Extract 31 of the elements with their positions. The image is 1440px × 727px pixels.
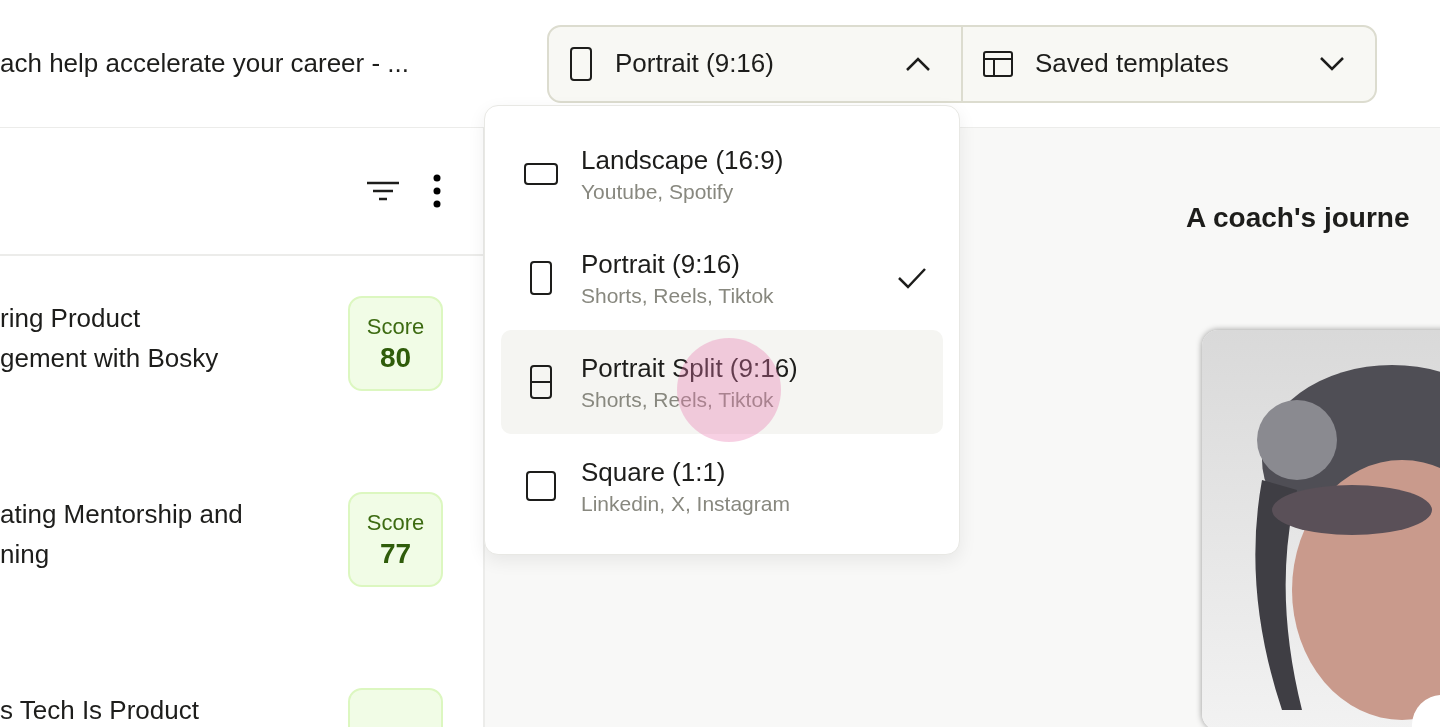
clip-title: ning [0,538,51,571]
menu-item[interactable]: Portrait Split (9:16) Shorts, Reels, Tiktok [501,330,943,434]
split-portrait-icon [529,365,553,399]
preview-title: A coach's journe [1186,202,1411,234]
option-subtitle: Linkedin, X, Instagram [581,491,791,516]
landscape-icon [524,162,558,186]
portrait-icon [569,46,593,81]
portrait-icon [529,261,553,295]
layout-icon [983,50,1013,77]
option-title: Portrait Split (9:16) [581,352,799,384]
format-dropdown[interactable]: Portrait (9:16) [549,26,961,101]
filter-icon[interactable] [367,180,399,202]
clip-title: ating Mentorship and [0,498,244,531]
option-subtitle: Youtube, Spotify [581,179,735,204]
option-subtitle: Shorts, Reels, Tiktok [581,387,775,412]
menu-item[interactable]: Portrait (9:16) Shorts, Reels, Tiktok [501,226,943,330]
option-title: Landscape (16:9) [581,144,785,176]
clip-title: gement with Bosky [0,342,220,375]
menu-item[interactable]: Square (1:1) Linkedin, X, Instagram [501,434,943,538]
score-badge: Score 77 [348,492,443,587]
clip-title: ring Product [0,302,142,335]
clip-title: s Tech Is Product [0,694,200,727]
option-title: Square (1:1) [581,456,727,488]
video-title: ach help accelerate your career - ... [0,48,410,79]
option-title: Portrait (9:16) [581,248,741,280]
option-subtitle: Shorts, Reels, Tiktok [581,283,775,308]
score-badge: Score 80 [348,296,443,391]
more-icon[interactable] [433,174,441,208]
templates-dropdown[interactable]: Saved templates [961,26,1375,101]
square-icon [526,471,556,501]
menu-item[interactable]: Landscape (16:9) Youtube, Spotify [501,122,943,226]
